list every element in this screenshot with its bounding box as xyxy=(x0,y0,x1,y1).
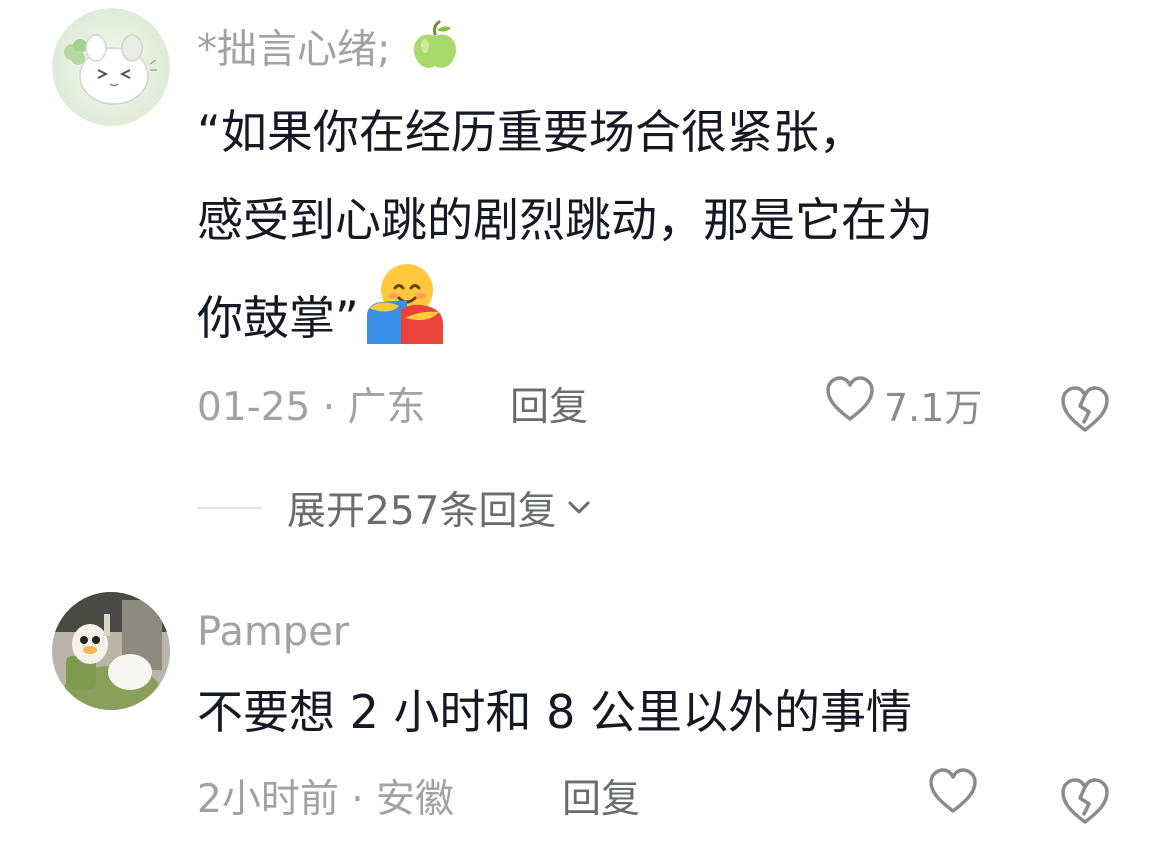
comment-text: 不要想 2 小时和 8 公里以外的事情 xyxy=(197,668,912,756)
reply-button[interactable]: 回复 xyxy=(510,378,588,438)
avatar[interactable] xyxy=(52,8,170,126)
comment-date: 2小时前 xyxy=(197,777,339,822)
green-apple-icon xyxy=(409,20,461,83)
meta-separator: · xyxy=(338,777,377,822)
avatar[interactable] xyxy=(52,592,170,710)
like-button[interactable]: 7.1万 xyxy=(824,375,983,441)
comment-text: “如果你在经历重要场合很紧张， 感受到心跳的剧烈跳动，那是它在为 你鼓掌” xyxy=(197,88,933,372)
expand-replies-label: 展开257条回复 xyxy=(287,489,557,534)
username[interactable]: *拙言心绪; xyxy=(197,20,461,83)
reply-button[interactable]: 回复 xyxy=(562,770,640,830)
like-count: 7.1万 xyxy=(884,386,983,430)
comment-text-line: “如果你在经历重要场合很紧张， xyxy=(197,105,865,159)
comment-location: 安徽 xyxy=(376,777,455,822)
broken-heart-icon xyxy=(1061,386,1109,432)
comment-text-line-content: 你鼓掌” xyxy=(197,291,359,345)
comment-item: Pamper 不要想 2 小时和 8 公里以外的事情 2小时前 · 安徽 回复 xyxy=(0,580,1170,860)
username[interactable]: Pamper xyxy=(197,608,349,656)
like-button[interactable] xyxy=(927,767,979,833)
dislike-button[interactable] xyxy=(1058,774,1112,828)
comment-text-line: 感受到心跳的剧烈跳动，那是它在为 xyxy=(197,193,933,247)
comment-date-location: 01-25 · 广东 xyxy=(197,378,426,438)
broken-heart-icon xyxy=(1061,778,1109,824)
comment-text-line: 你鼓掌” xyxy=(197,264,933,372)
comment-location: 广东 xyxy=(347,385,426,430)
heart-outline-icon xyxy=(824,375,876,441)
avatar-cartoon-bunny-image xyxy=(52,8,170,126)
comment-item: *拙言心绪; “如果你在经历重要场合很紧张， 感受到心跳的剧烈跳动，那是它在为 … xyxy=(0,0,1170,560)
meta-separator: · xyxy=(310,385,348,430)
hugging-face-emoji xyxy=(361,258,447,372)
avatar-duck-photo-image xyxy=(52,592,170,710)
chevron-down-icon xyxy=(568,501,590,514)
comment-text-line: 不要想 2 小时和 8 公里以外的事情 xyxy=(197,685,913,739)
comment-date-location: 2小时前 · 安徽 xyxy=(197,770,454,830)
comment-meta: 01-25 · 广东 回复 7.1万 xyxy=(197,375,1170,441)
comment-date: 01-25 xyxy=(197,385,311,430)
heart-outline-icon xyxy=(927,767,979,833)
expand-replies-button[interactable]: 展开257条回复 xyxy=(197,478,594,538)
dislike-button[interactable] xyxy=(1058,382,1112,436)
comment-meta: 2小时前 · 安徽 回复 xyxy=(197,767,1170,833)
expand-divider xyxy=(197,507,261,509)
username-text: *拙言心绪; xyxy=(197,26,391,73)
